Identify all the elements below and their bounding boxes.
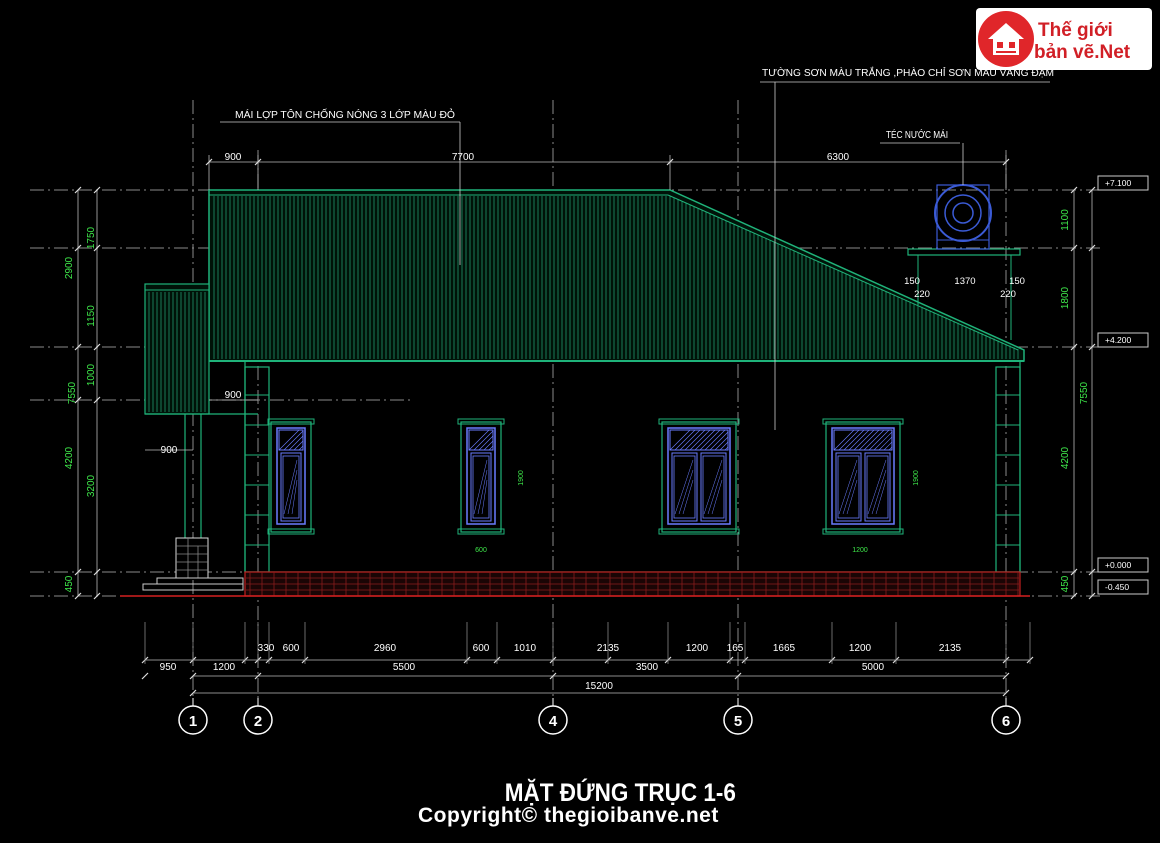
left-vertical-dimensions: 7550 2900 4200 450 1750 1150 1000 3200 — [64, 226, 97, 592]
tank-dim-150-l: 150 — [904, 276, 920, 287]
bdim-330: 330 — [258, 643, 275, 654]
left-dim-7550: 7550 — [67, 381, 78, 404]
bdim-2135-a: 2135 — [597, 643, 620, 654]
axis-bubbles — [178, 698, 1021, 735]
left-dim-2900: 2900 — [64, 256, 75, 279]
window-dimensions: 600 1200 1900 1900 — [475, 470, 920, 554]
right-dim-450: 450 — [1060, 575, 1071, 592]
right-dim-7550: 7550 — [1079, 381, 1090, 404]
site-logo: Thế giới bản vẽ.Net — [976, 8, 1152, 70]
bdim-600-a: 600 — [283, 643, 300, 654]
bdim-165: 165 — [727, 643, 744, 654]
canopy-dim-900: 900 — [225, 390, 242, 401]
roof-note: MÁI LỢP TÔN CHỐNG NÓNG 3 LỚP MÀU ĐỎ — [235, 107, 455, 121]
top-dimensions: 900 7700 6300 — [225, 152, 850, 163]
window-dim-600: 600 — [475, 547, 487, 554]
bdim-1200-b: 1200 — [849, 643, 872, 654]
bdim-5000: 5000 — [862, 662, 885, 673]
bdim-5500: 5500 — [393, 662, 416, 673]
tank-note: TÉC NƯỚC MÁI — [886, 128, 948, 141]
bdim-2960: 2960 — [374, 643, 397, 654]
right-dim-1800: 1800 — [1060, 286, 1071, 309]
tank-dim-220-r: 220 — [1000, 289, 1016, 300]
left-dim-1150: 1150 — [86, 305, 97, 327]
axis-label-5: 5 — [734, 713, 742, 730]
right-dim-1100: 1100 — [1060, 209, 1071, 231]
logo-line2: bản vẽ.Net — [1034, 42, 1131, 63]
window-dim-1200: 1200 — [852, 547, 868, 554]
post-dim-900: 900 — [161, 445, 178, 456]
window-dim-1900-a: 1900 — [518, 470, 525, 486]
bdim-950: 950 — [160, 662, 177, 673]
left-dim-1000: 1000 — [86, 363, 97, 386]
left-dim-1750: 1750 — [86, 226, 97, 249]
tank-dim-150-r: 150 — [1009, 276, 1025, 287]
annotation-notes: MÁI LỢP TÔN CHỐNG NÓNG 3 LỚP MÀU ĐỎ TƯỜN… — [235, 66, 1054, 141]
dim-7700: 7700 — [452, 152, 475, 163]
bdim-1200-a: 1200 — [686, 643, 709, 654]
bdim-15200: 15200 — [585, 681, 613, 692]
axis-labels: 1 2 4 5 6 — [189, 713, 1010, 730]
axis-label-2: 2 — [254, 713, 262, 730]
level-minus-0450: -0.450 — [1105, 582, 1129, 592]
bdim-1200: 1200 — [213, 662, 236, 673]
level-0000: +0.000 — [1105, 560, 1132, 570]
window-dim-1900-b: 1900 — [913, 470, 920, 486]
level-markers — [1097, 175, 1149, 595]
axis-label-1: 1 — [189, 713, 197, 730]
roof — [208, 189, 1025, 362]
bdim-2135-b: 2135 — [939, 643, 962, 654]
level-4200: +4.200 — [1105, 335, 1132, 345]
bdim-1665: 1665 — [773, 643, 796, 654]
bottom-dimensions-row1: 330 600 2960 600 1010 2135 1200 165 1665… — [258, 643, 962, 654]
right-dim-4200: 4200 — [1060, 446, 1071, 469]
axis-label-4: 4 — [549, 713, 558, 730]
tank-dimensions: 150 1370 150 220 220 — [904, 276, 1025, 300]
logo-line1: Thế giới — [1038, 20, 1113, 41]
tank-dim-220-l: 220 — [914, 289, 930, 300]
left-dim-450: 450 — [64, 575, 75, 592]
copyright-text: Copyright© thegioibanve.net — [418, 804, 719, 827]
level-7100: +7.100 — [1105, 178, 1132, 188]
tank-dim-1370: 1370 — [954, 276, 975, 287]
left-dim-4200: 4200 — [64, 446, 75, 469]
house-icon — [978, 11, 1034, 67]
windows — [267, 418, 904, 535]
level-labels: +7.100 +4.200 +0.000 -0.450 — [1105, 178, 1132, 592]
bdim-3500: 3500 — [636, 662, 659, 673]
bdim-600-b: 600 — [473, 643, 490, 654]
axis-label-6: 6 — [1002, 713, 1010, 730]
right-vertical-dimensions: 1100 1800 7550 4200 450 — [1060, 209, 1090, 593]
dim-900: 900 — [225, 152, 242, 163]
bottom-dimensions-row2: 950 1200 5500 3500 5000 15200 — [160, 662, 885, 692]
elevation-drawing: MÁI LỢP TÔN CHỐNG NÓNG 3 LỚP MÀU ĐỎ TƯỜN… — [30, 66, 1149, 735]
bdim-1010: 1010 — [514, 643, 537, 654]
dim-6300: 6300 — [827, 152, 850, 163]
left-dim-3200: 3200 — [86, 474, 97, 497]
